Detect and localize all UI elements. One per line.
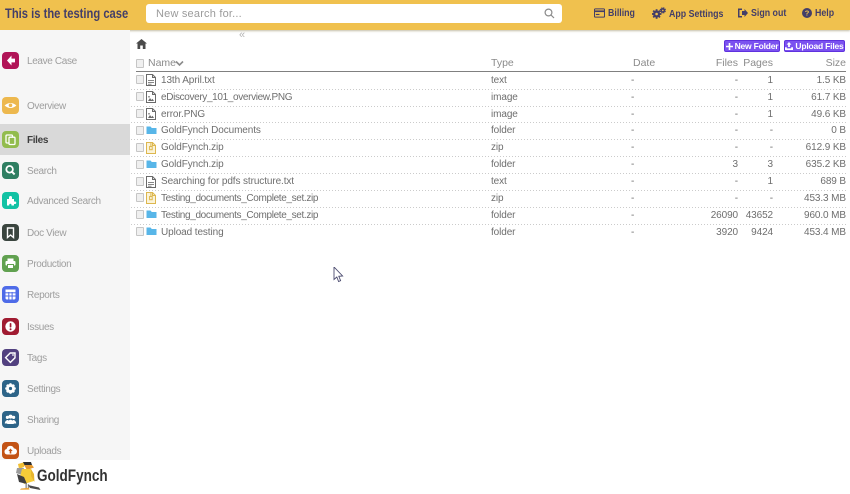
svg-text:?: ? <box>805 9 810 18</box>
